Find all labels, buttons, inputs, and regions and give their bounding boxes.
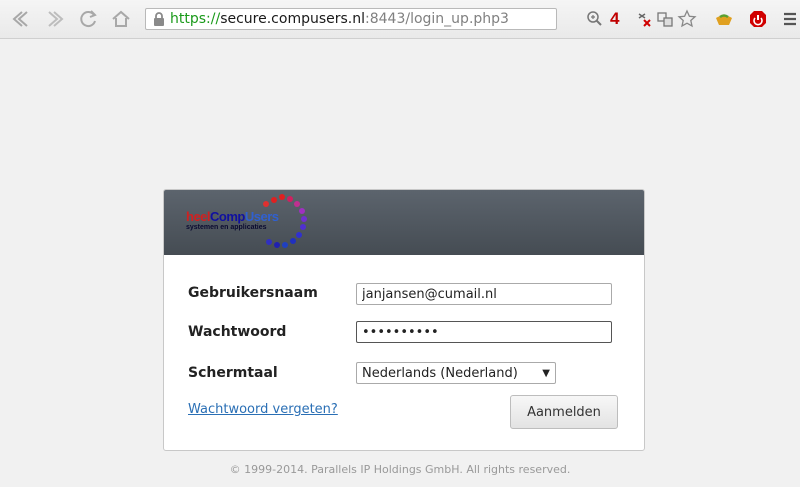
language-select-value: Nederlands (Nederland): [362, 365, 518, 381]
menu-icon[interactable]: [783, 8, 797, 30]
logo-subtitle: systemen en applicaties: [186, 224, 267, 231]
back-icon[interactable]: [10, 9, 30, 29]
copyright-footer: © 1999-2014. Parallels IP Holdings GmbH.…: [229, 463, 571, 476]
chevron-down-icon: ▼: [542, 367, 550, 379]
logo-text-users: Users: [244, 209, 279, 224]
translate-icon[interactable]: [656, 8, 674, 30]
logo-text-comp: Comp: [210, 209, 245, 224]
bookmark-star-icon[interactable]: [677, 8, 697, 30]
forward-icon[interactable]: [46, 9, 66, 29]
url-host: secure.compusers.nl: [220, 11, 366, 27]
company-logo: heelCompUsers systemen en applicaties: [186, 192, 316, 254]
extension-icon[interactable]: [714, 8, 734, 30]
login-panel: heelCompUsers systemen en applicaties Ge…: [163, 189, 645, 451]
forgot-password-link[interactable]: Wachtwoord vergeten?: [188, 402, 338, 417]
username-input[interactable]: [356, 283, 612, 305]
password-label: Wachtwoord: [188, 324, 287, 340]
panel-header: heelCompUsers systemen en applicaties: [164, 190, 644, 255]
language-select[interactable]: Nederlands (Nederland) ▼: [356, 362, 556, 384]
login-button[interactable]: Aanmelden: [510, 395, 618, 429]
lock-icon: [154, 12, 164, 26]
address-bar[interactable]: https://secure.compusers.nl:8443/login_u…: [145, 8, 557, 30]
browser-toolbar: https://secure.compusers.nl:8443/login_u…: [0, 0, 800, 39]
script-block-icon[interactable]: [636, 8, 654, 30]
adblock-icon[interactable]: [748, 8, 768, 30]
logo-text-heel: heel: [186, 209, 211, 224]
badge-count[interactable]: 4: [610, 8, 619, 30]
zoom-icon[interactable]: [586, 8, 604, 30]
language-label: Schermtaal: [188, 365, 278, 381]
username-label: Gebruikersnaam: [188, 285, 318, 301]
home-icon[interactable]: [111, 9, 131, 29]
password-input[interactable]: [356, 321, 612, 343]
reload-icon[interactable]: [79, 9, 99, 29]
url-scheme: https://: [170, 11, 221, 27]
url-path: :8443/login_up.php3: [365, 11, 509, 27]
